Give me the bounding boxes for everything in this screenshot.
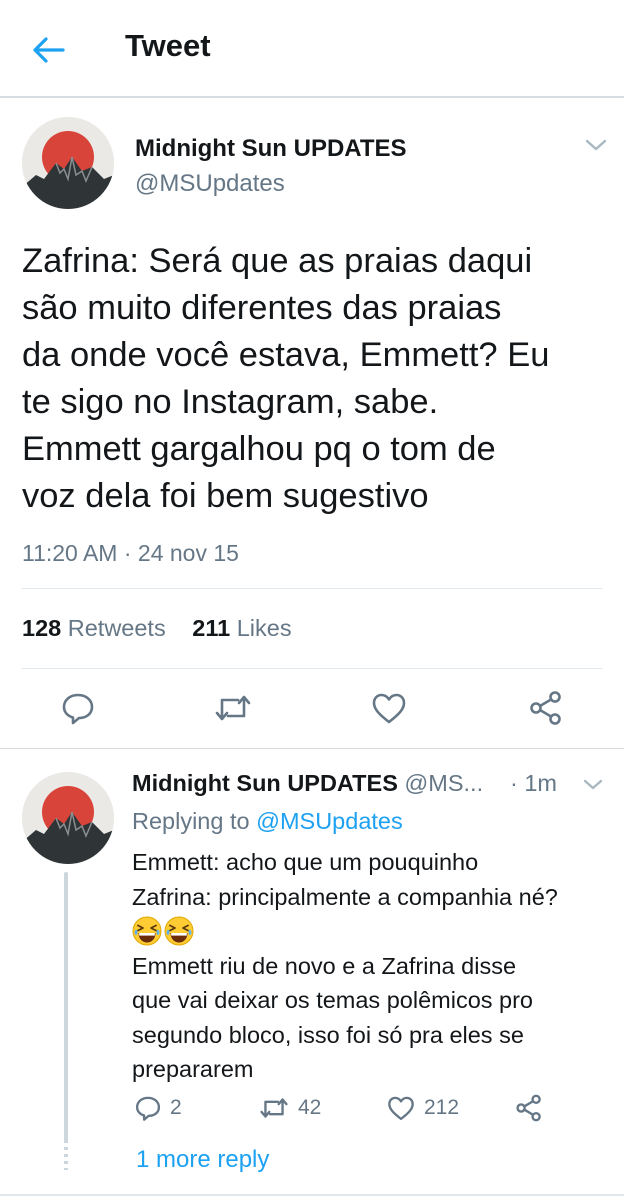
reply-share-button[interactable]: [514, 1092, 544, 1124]
chevron-down-icon: [585, 139, 607, 151]
reply-text-line: Emmett riu de novo e a Zafrina disse: [132, 952, 517, 979]
retweet-button[interactable]: [213, 688, 253, 728]
more-options-button[interactable]: [582, 135, 610, 155]
reply-like-button[interactable]: 212: [386, 1092, 459, 1124]
retweet-icon: [260, 1098, 288, 1118]
reply-more-options-button[interactable]: [580, 775, 606, 795]
replying-prefix: Replying to: [132, 808, 250, 834]
arrow-left-icon: [33, 37, 65, 63]
share-icon: [516, 1094, 541, 1122]
tweet-stats: 128 Retweets 211 Likes: [22, 615, 312, 642]
reply-text: Emmett: acho que um pouquinho Zafrina: p…: [132, 845, 612, 1087]
author-handle[interactable]: @MSUpdates: [135, 170, 285, 198]
tweet-text-line: te sigo no Instagram, sabe.: [22, 383, 439, 421]
retweets-stat[interactable]: 128 Retweets: [22, 615, 166, 641]
reply-avatar[interactable]: [22, 772, 114, 864]
likes-stat[interactable]: 211 Likes: [192, 615, 291, 641]
avatar-image: [22, 117, 114, 209]
like-button[interactable]: [369, 688, 409, 728]
chevron-down-icon: [583, 779, 603, 790]
author-name[interactable]: Midnight Sun UPDATES: [135, 135, 407, 163]
top-bar: Tweet: [0, 0, 624, 98]
divider: [22, 588, 602, 589]
retweet-icon: [215, 695, 251, 721]
replying-to: Replying to @MSUpdates: [132, 808, 403, 835]
reply-icon: [62, 693, 94, 725]
share-icon: [530, 691, 561, 725]
like-icon: [388, 1096, 414, 1121]
replying-to-mention[interactable]: @MSUpdates: [256, 808, 403, 834]
reply-text-line: Zafrina: principalmente a companhia né?: [132, 883, 558, 910]
section-divider: [0, 748, 624, 749]
thread-connector-dots: [64, 1140, 68, 1170]
page-title: Tweet: [125, 28, 211, 63]
reply-retweet-button[interactable]: 42: [258, 1092, 321, 1124]
tweet-text-line: voz dela foi bem sugestivo: [22, 477, 429, 515]
tweet-timestamp: 11:20 AM · 24 nov 15: [22, 540, 239, 566]
reply-author-name[interactable]: Midnight Sun UPDATES: [132, 770, 398, 796]
grinning-squinting-face-emoji: [132, 916, 162, 946]
reply-retweet-count: 42: [298, 1096, 322, 1119]
reply-button[interactable]: [58, 688, 98, 728]
likes-count: 211: [192, 615, 231, 641]
avatar[interactable]: [22, 117, 114, 209]
tweet-text-line: da onde você estava, Emmett? Eu: [22, 336, 550, 374]
reply-text-line: prepararem: [132, 1056, 254, 1082]
tweet-text: Zafrina: Será que as praias daqui são mu…: [22, 238, 612, 520]
show-more-replies-link[interactable]: 1 more reply: [136, 1146, 269, 1174]
reply-reply-count: 2: [170, 1096, 182, 1119]
reply-time: · 1m: [510, 770, 557, 796]
divider: [22, 668, 602, 669]
grinning-squinting-face-emoji: [164, 916, 194, 946]
avatar-image: [22, 772, 114, 864]
emoji-row: [132, 914, 612, 949]
reply-like-count: 212: [424, 1096, 460, 1119]
tweet-text-line: Zafrina: Será que as praias daqui: [22, 242, 533, 280]
thread-connector-line: [64, 872, 68, 1170]
likes-label: Likes: [236, 615, 292, 641]
share-button[interactable]: [526, 688, 566, 728]
reply-text-line: Emmett: acho que um pouquinho: [132, 849, 479, 875]
divider: [0, 1194, 624, 1196]
reply-icon: [135, 1096, 161, 1121]
like-icon: [372, 693, 406, 724]
reply-text-line: segundo bloco, isso foi só pra eles se: [132, 1021, 524, 1048]
tweet-text-line: Emmett gargalhou pq o tom de: [22, 430, 496, 468]
reply-reply-button[interactable]: 2: [134, 1092, 182, 1124]
back-button[interactable]: [26, 30, 70, 70]
retweets-label: Retweets: [67, 615, 166, 641]
reply-text-line: que vai deixar os temas polêmicos pro: [132, 987, 534, 1013]
reply-author-handle[interactable]: @MS...: [404, 770, 483, 796]
retweets-count: 128: [22, 615, 62, 641]
tweet-text-line: são muito diferentes das praias: [22, 289, 502, 327]
